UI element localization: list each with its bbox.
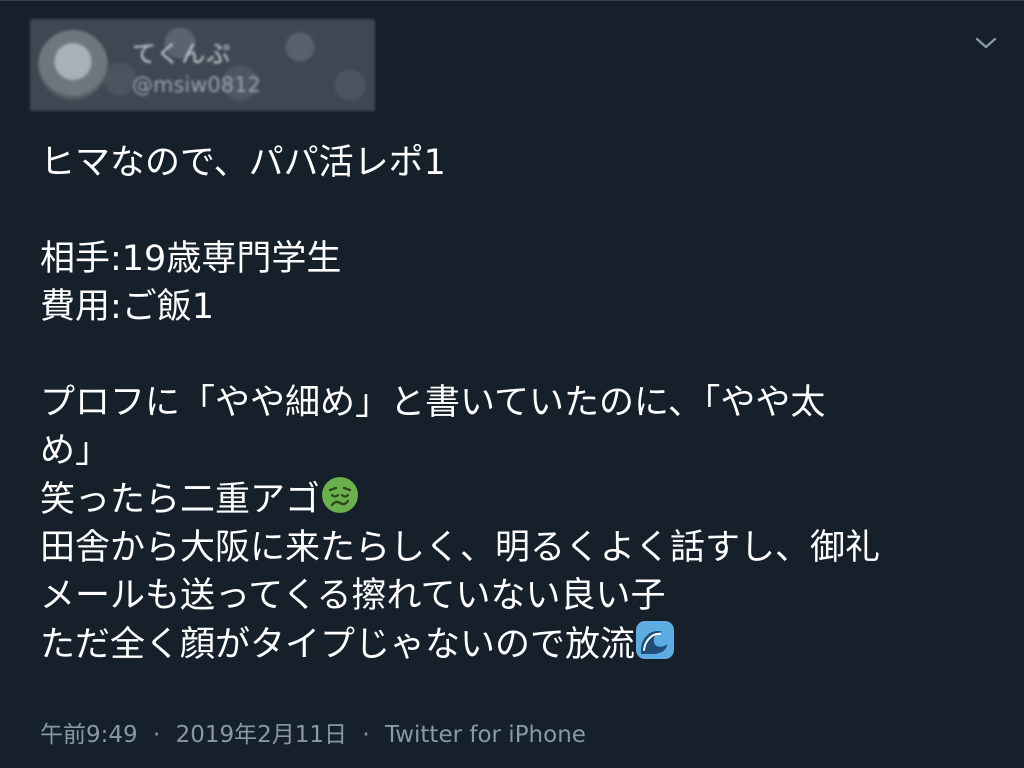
- author-handle[interactable]: @msiw0812: [132, 73, 261, 97]
- tweet-date[interactable]: 2019年2月11日: [176, 722, 347, 748]
- tweet-text: ヒマなので、パパ活レポ1​相手:19歳専門学生費用:ご飯1​プロフに「やや細め」…: [40, 139, 990, 669]
- tweet-line: プロフに「やや細め」と書いていたのに、「やや太: [40, 383, 826, 423]
- tweet-line: ただ全く顔がタイプじゃないので放流: [40, 620, 990, 669]
- tweet-meta: 午前9:49 · 2019年2月11日 · Twitter for iPhone: [40, 715, 586, 749]
- tweet-line-text: ただ全く顔がタイプじゃないので放流: [40, 625, 636, 665]
- tweet-line: 笑ったら二重アゴ: [40, 475, 990, 524]
- water-wave-emoji: [635, 620, 675, 660]
- tweet-line: 費用:ご飯1: [40, 287, 215, 327]
- avatar[interactable]: [38, 30, 108, 100]
- tweet-line: 相手:19歳専門学生: [40, 239, 342, 279]
- tweet-line: ​: [40, 187, 990, 235]
- tweet-line: ​: [40, 331, 990, 379]
- nauseated-face-emoji: [320, 475, 360, 515]
- author-display-name[interactable]: てくんぷ: [132, 34, 261, 69]
- tweet-line: 田舎から大阪に来たらしく、明るくよく話すし、御礼: [40, 528, 881, 568]
- author-names: てくんぷ @msiw0812: [132, 34, 261, 97]
- tweet-time[interactable]: 午前9:49: [40, 722, 138, 748]
- tweet-card: てくんぷ @msiw0812 ヒマなので、パパ活レポ1​相手:19歳専門学生費用…: [0, 0, 1024, 768]
- tweet-author-header[interactable]: てくんぷ @msiw0812: [30, 19, 375, 111]
- meta-separator: ·: [152, 722, 161, 748]
- tweet-line: ヒマなので、パパ活レポ1: [40, 143, 446, 183]
- tweet-line: メールも送ってくる擦れていない良い子: [40, 576, 666, 616]
- meta-separator: ·: [362, 722, 370, 748]
- tweet-line: め」: [40, 431, 111, 471]
- tweet-line-text: 笑ったら二重アゴ: [40, 480, 321, 520]
- tweet-source[interactable]: Twitter for iPhone: [385, 722, 586, 748]
- chevron-down-icon[interactable]: [974, 35, 998, 51]
